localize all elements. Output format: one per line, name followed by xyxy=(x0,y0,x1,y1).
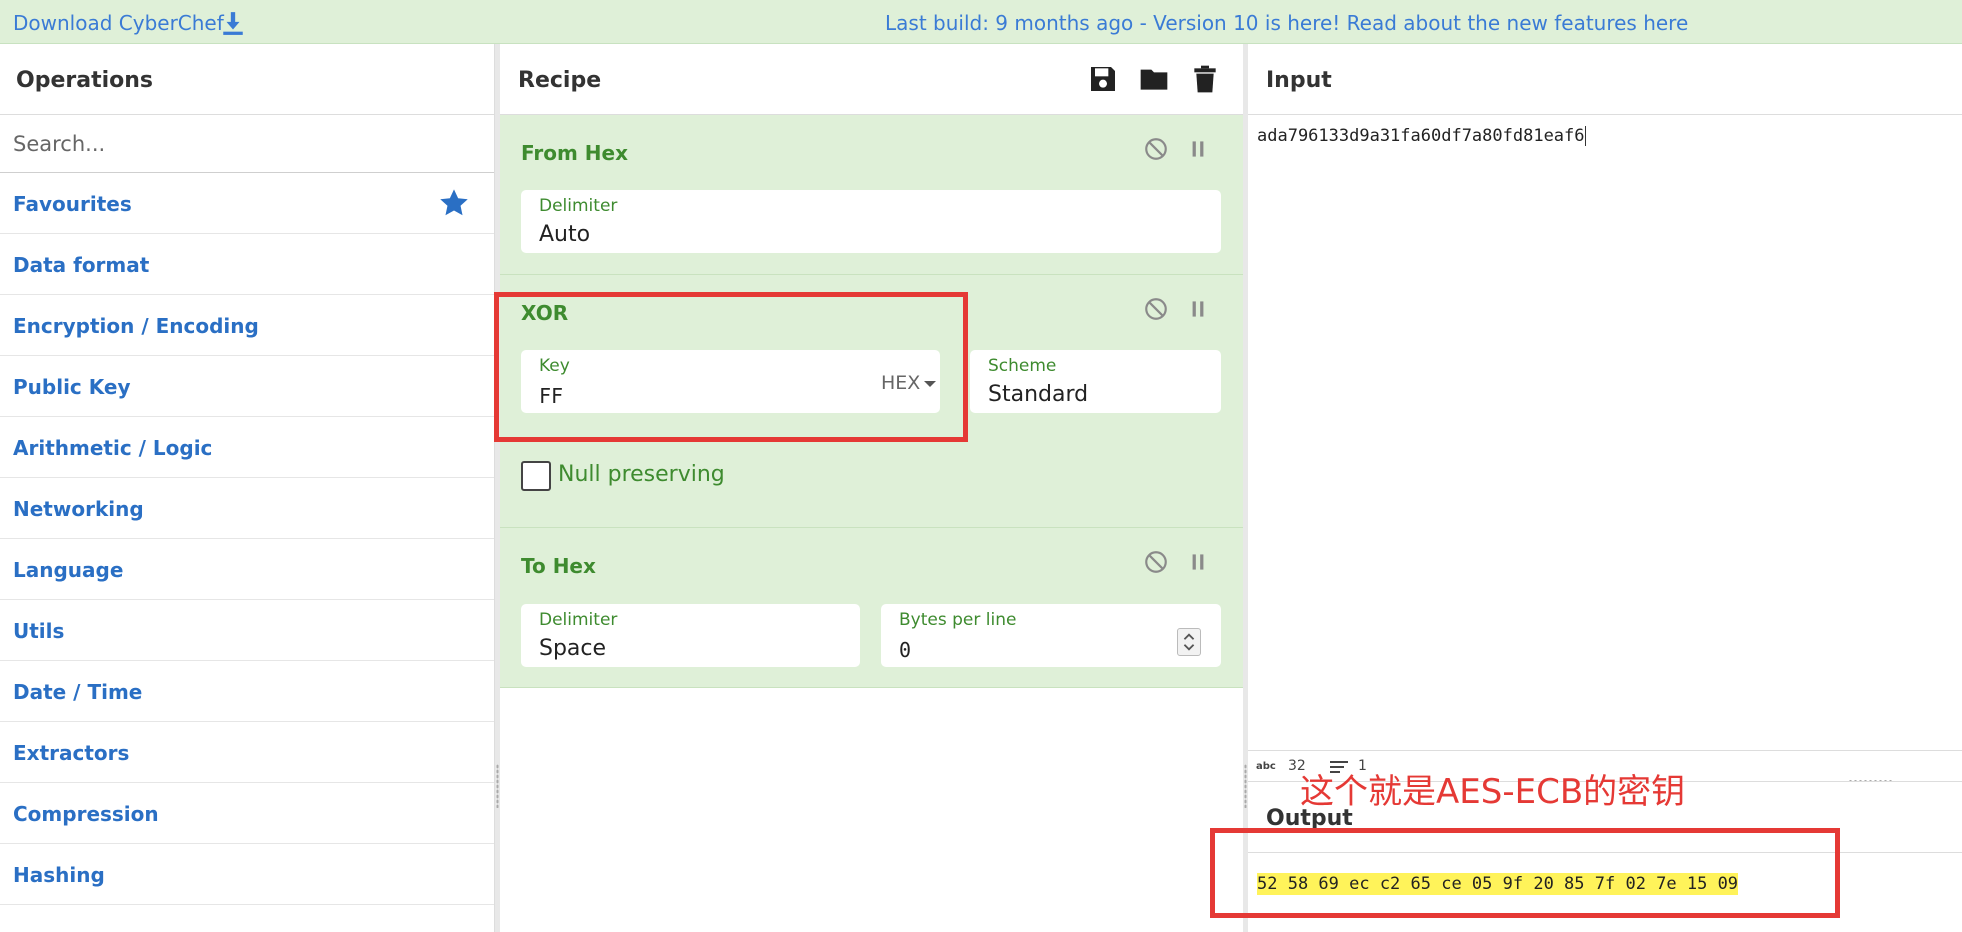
category-label: Date / Time xyxy=(13,680,143,704)
trash-icon[interactable] xyxy=(1189,63,1221,95)
splitter-grip xyxy=(1244,764,1247,808)
splitter-grip xyxy=(496,764,499,808)
recipe-header: Recipe xyxy=(500,44,1243,115)
category-label: Networking xyxy=(13,497,144,521)
pause-icon[interactable] xyxy=(1185,136,1211,162)
category-language[interactable]: Language xyxy=(0,539,494,600)
category-label: Hashing xyxy=(13,863,105,887)
abc-icon: abc xyxy=(1256,761,1276,772)
category-utils[interactable]: Utils xyxy=(0,600,494,661)
category-favourites[interactable]: Favourites xyxy=(0,173,494,234)
download-link[interactable]: Download CyberChef xyxy=(13,11,224,35)
category-label: Language xyxy=(13,558,124,582)
category-label: Favourites xyxy=(13,192,132,216)
field-value: Standard xyxy=(988,382,1089,407)
checkbox-label[interactable]: Null preserving xyxy=(558,462,725,487)
disable-icon[interactable] xyxy=(1143,296,1169,322)
scheme-select[interactable]: Scheme Standard xyxy=(970,350,1221,413)
download-icon[interactable] xyxy=(220,10,246,36)
category-label: Encryption / Encoding xyxy=(13,314,259,338)
annotation-box-xor xyxy=(494,292,968,442)
disable-icon[interactable] xyxy=(1143,549,1169,575)
category-label: Public Key xyxy=(13,375,131,399)
operations-title: Operations xyxy=(0,44,494,115)
spinner-icon[interactable] xyxy=(1177,628,1201,656)
field-label: Delimiter xyxy=(539,196,618,216)
top-banner: Download CyberChef Last build: 9 months … xyxy=(0,0,1962,44)
category-data-format[interactable]: Data format xyxy=(0,234,494,295)
category-networking[interactable]: Networking xyxy=(0,478,494,539)
category-hashing[interactable]: Hashing xyxy=(0,844,494,905)
recipe-op-to-hex[interactable]: To Hex Delimiter Space Bytes per line 0 xyxy=(500,528,1243,688)
input-header: Input xyxy=(1248,44,1962,115)
category-label: Data format xyxy=(13,253,150,277)
field-label: Scheme xyxy=(988,356,1057,376)
input-title: Input xyxy=(1266,68,1332,93)
category-compression[interactable]: Compression xyxy=(0,783,494,844)
annotation-text: 这个就是AES-ECB的密钥 xyxy=(1300,772,1686,812)
annotation-box-output xyxy=(1210,828,1840,918)
category-arithmetic-logic[interactable]: Arithmetic / Logic xyxy=(0,417,494,478)
category-extractors[interactable]: Extractors xyxy=(0,722,494,783)
star-icon xyxy=(440,189,468,216)
build-message-link[interactable]: Last build: 9 months ago - Version 10 is… xyxy=(885,11,1688,35)
field-label: Delimiter xyxy=(539,610,618,630)
pause-icon[interactable] xyxy=(1185,296,1211,322)
text-cursor xyxy=(1584,126,1586,146)
field-value: Auto xyxy=(539,222,591,247)
category-label: Utils xyxy=(13,619,65,643)
recipe-op-from-hex[interactable]: From Hex Delimiter Auto xyxy=(500,115,1243,275)
operations-search xyxy=(0,115,494,173)
search-input[interactable] xyxy=(0,115,494,172)
input-textarea[interactable]: ada796133d9a31fa60df7a80fd81eaf6 xyxy=(1257,126,1586,146)
category-label: Extractors xyxy=(13,741,130,765)
category-label: Arithmetic / Logic xyxy=(13,436,213,460)
input-value: ada796133d9a31fa60df7a80fd81eaf6 xyxy=(1257,126,1585,146)
delimiter-field[interactable]: Delimiter Auto xyxy=(521,190,1221,253)
field-value: Space xyxy=(539,636,607,661)
folder-icon[interactable] xyxy=(1138,63,1170,95)
bytes-per-line-input[interactable]: Bytes per line 0 xyxy=(881,604,1221,667)
category-public-key[interactable]: Public Key xyxy=(0,356,494,417)
field-label: Bytes per line xyxy=(899,610,1017,630)
category-label: Compression xyxy=(13,802,159,826)
operations-panel: Operations Favourites Data format Encryp… xyxy=(0,44,495,932)
delimiter-field[interactable]: Delimiter Space xyxy=(521,604,860,667)
field-value: 0 xyxy=(899,638,912,662)
recipe-title: Recipe xyxy=(518,68,602,93)
disable-icon[interactable] xyxy=(1143,136,1169,162)
null-preserving-checkbox[interactable] xyxy=(521,461,551,491)
op-title: To Hex xyxy=(521,554,596,578)
category-encryption-encoding[interactable]: Encryption / Encoding xyxy=(0,295,494,356)
pause-icon[interactable] xyxy=(1185,549,1211,575)
category-date-time[interactable]: Date / Time xyxy=(0,661,494,722)
op-title: From Hex xyxy=(521,141,628,165)
save-icon[interactable] xyxy=(1087,63,1119,95)
recipe-panel: Recipe From Hex Delimiter Auto XOR Key F… xyxy=(500,44,1243,932)
